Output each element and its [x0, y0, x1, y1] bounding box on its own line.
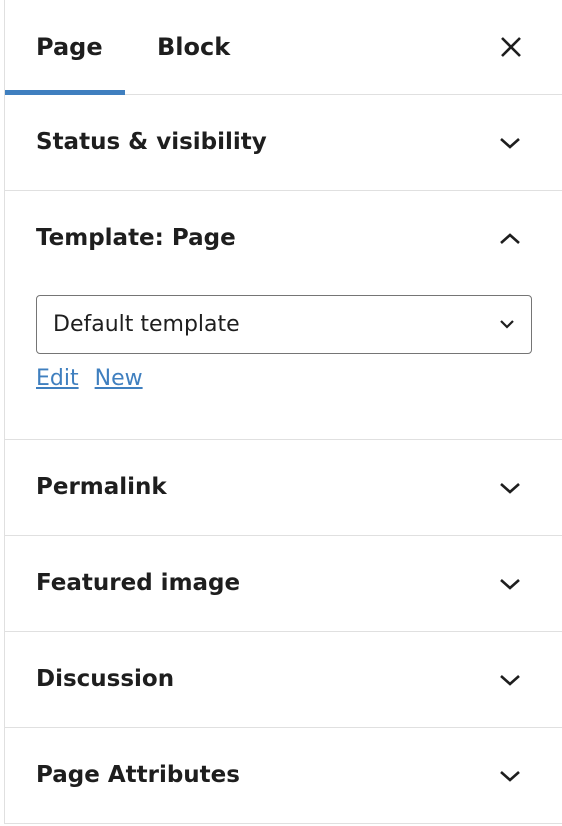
panel-permalink-toggle[interactable]: Permalink: [5, 440, 562, 535]
panel-template-toggle[interactable]: Template: Page: [5, 191, 562, 286]
chevron-down-icon: [500, 138, 520, 149]
chevron-down-icon: [500, 675, 520, 686]
panel-title: Featured image: [36, 570, 241, 596]
panel-permalink: Permalink: [5, 440, 562, 536]
panel-status-visibility: Status & visibility: [5, 95, 562, 191]
panel-title: Permalink: [36, 474, 167, 500]
sidebar-tabs: Page Block: [5, 0, 562, 95]
panel-featured-image-toggle[interactable]: Featured image: [5, 536, 562, 631]
panel-discussion-toggle[interactable]: Discussion: [5, 632, 562, 727]
panel-page-attributes-toggle[interactable]: Page Attributes: [5, 728, 562, 823]
template-links: Edit New: [36, 364, 159, 394]
settings-sidebar: Page Block Status & visibility Template:…: [4, 0, 562, 824]
panel-title: Discussion: [36, 666, 175, 692]
close-icon: [501, 37, 521, 57]
chevron-down-icon: [500, 771, 520, 782]
tab-block[interactable]: Block: [157, 0, 230, 95]
panel-title: Template: Page: [36, 225, 236, 251]
close-sidebar-button[interactable]: [498, 34, 524, 60]
chevron-up-icon: [500, 233, 520, 244]
chevron-down-icon: [500, 579, 520, 590]
panel-status-visibility-toggle[interactable]: Status & visibility: [5, 95, 562, 190]
template-select[interactable]: Default template: [36, 295, 532, 354]
panel-featured-image: Featured image: [5, 536, 562, 632]
panel-title: Page Attributes: [36, 762, 240, 788]
edit-template-link[interactable]: Edit: [36, 366, 79, 391]
panel-discussion: Discussion: [5, 632, 562, 728]
panel-title: Status & visibility: [36, 129, 267, 155]
new-template-link[interactable]: New: [95, 366, 143, 391]
template-select-value: Default template: [53, 312, 240, 337]
tab-page[interactable]: Page: [36, 0, 103, 95]
panel-template-body: Default template Edit New: [5, 286, 562, 439]
panel-template: Template: Page Default template Edit New: [5, 191, 562, 440]
chevron-down-icon: [500, 320, 514, 329]
chevron-down-icon: [500, 483, 520, 494]
panel-page-attributes: Page Attributes: [5, 728, 562, 824]
